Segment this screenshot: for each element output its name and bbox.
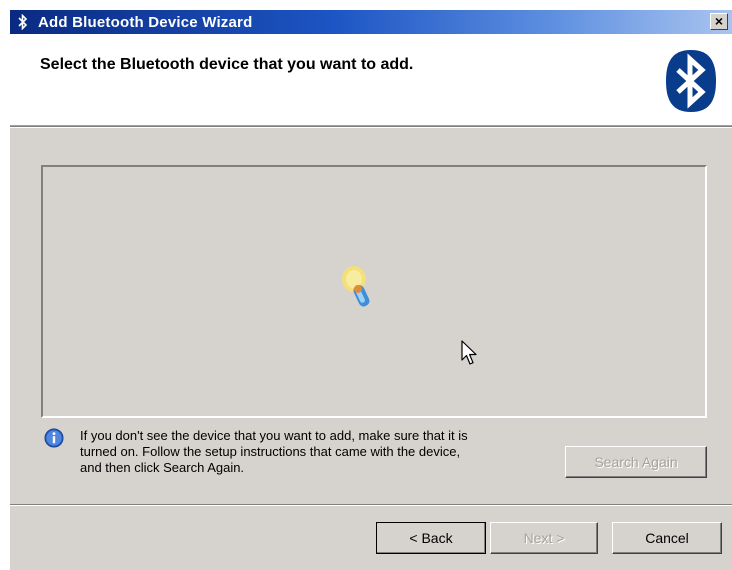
back-button[interactable]: < Back bbox=[376, 522, 486, 554]
info-line: turned on. Follow the setup instructions… bbox=[80, 444, 461, 459]
search-again-button[interactable]: Search Again bbox=[565, 446, 707, 478]
bluetooth-title-icon bbox=[14, 13, 32, 31]
device-list[interactable] bbox=[41, 165, 707, 418]
close-button[interactable]: × bbox=[710, 13, 728, 30]
info-icon bbox=[44, 428, 64, 448]
info-line: If you don't see the device that you wan… bbox=[80, 428, 468, 443]
window-title: Add Bluetooth Device Wizard bbox=[38, 13, 253, 31]
page-instruction: Select the Bluetooth device that you wan… bbox=[40, 56, 414, 73]
searching-animation-icon bbox=[342, 266, 370, 307]
cancel-button[interactable]: Cancel bbox=[612, 522, 722, 554]
info-message: If you don't see the device that you wan… bbox=[80, 428, 570, 476]
left-margin bbox=[0, 0, 10, 570]
header-divider bbox=[10, 126, 732, 128]
title-bar[interactable]: Add Bluetooth Device Wizard × bbox=[10, 10, 732, 34]
mouse-cursor-icon bbox=[461, 340, 477, 365]
wizard-header: Select the Bluetooth device that you wan… bbox=[10, 34, 732, 126]
info-line: and then click Search Again. bbox=[80, 460, 245, 475]
footer-divider bbox=[10, 504, 732, 506]
top-margin bbox=[0, 0, 732, 10]
bluetooth-logo-icon bbox=[666, 50, 716, 112]
next-button[interactable]: Next > bbox=[490, 522, 598, 554]
